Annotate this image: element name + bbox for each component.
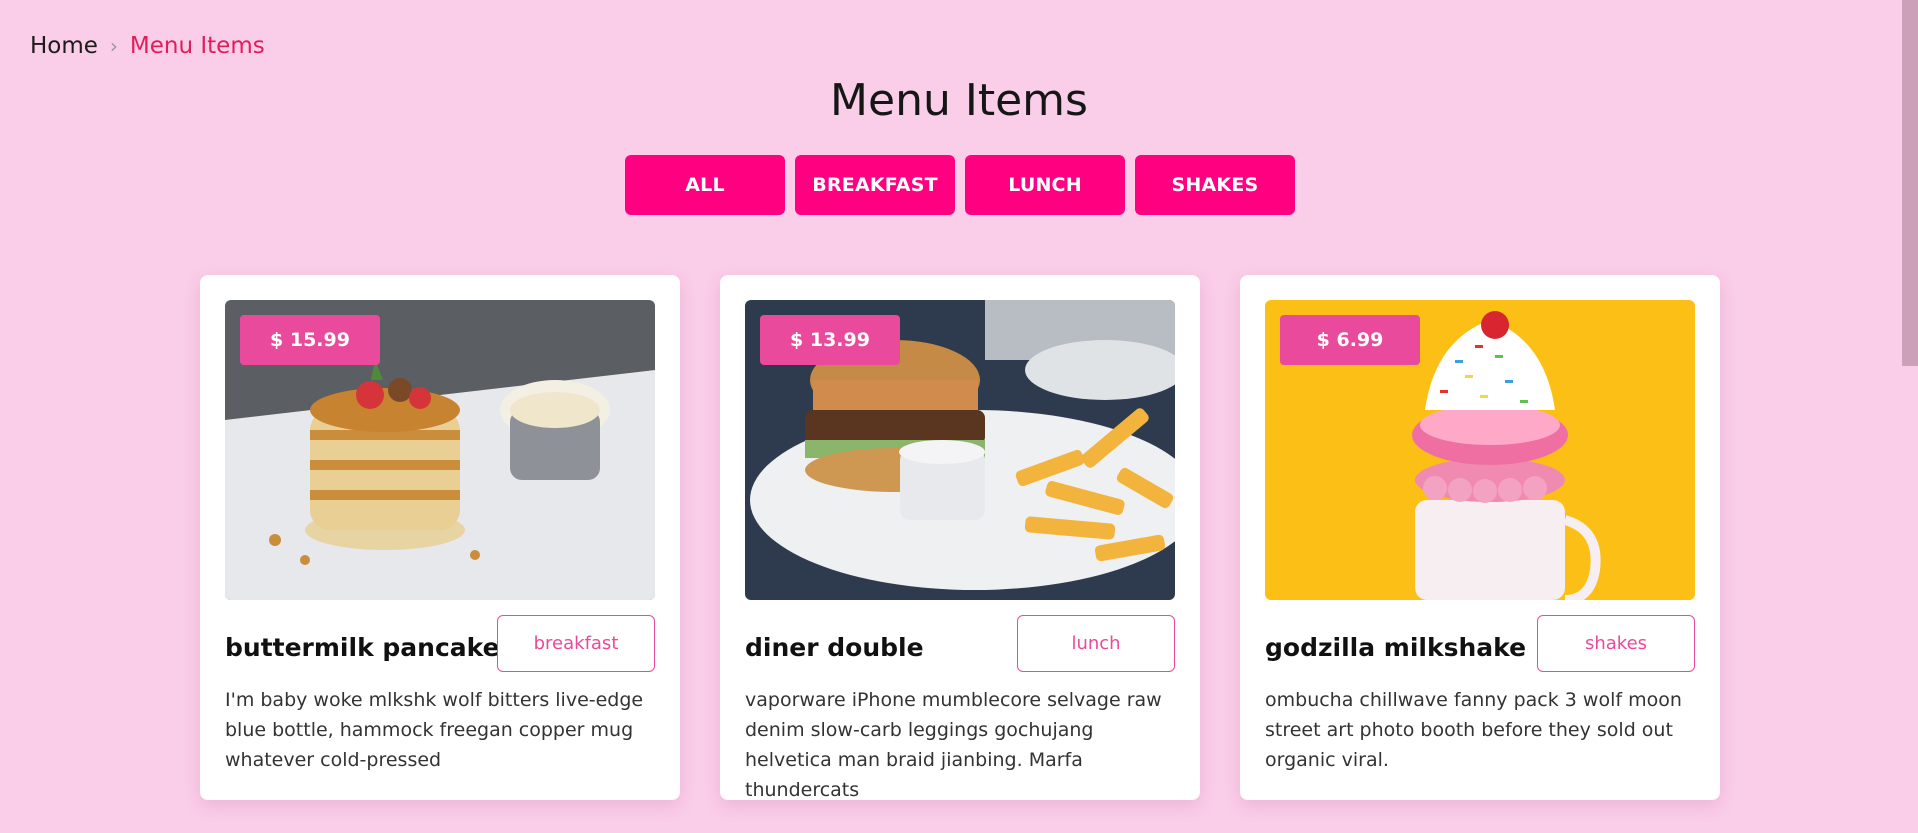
chevron-right-icon: ›: [109, 34, 118, 58]
filter-all-button[interactable]: ALL: [625, 155, 785, 215]
category-button[interactable]: breakfast: [497, 615, 655, 672]
breadcrumb-home-link[interactable]: Home: [30, 33, 98, 59]
milkshake-photo: $ 6.99: [1265, 300, 1695, 600]
price-badge: $ 13.99: [760, 315, 900, 365]
item-name: godzilla milkshake: [1265, 633, 1527, 662]
item-name: diner double: [745, 633, 924, 662]
item-name: buttermilk pancakes: [225, 633, 515, 662]
breadcrumb-current: Menu Items: [129, 33, 265, 59]
item-description: I'm baby woke mlkshk wolf bitters live-e…: [225, 689, 644, 771]
price-badge: $ 15.99: [240, 315, 380, 365]
menu-item-card: $ 6.99 godzilla milkshake shakes ombucha…: [1240, 275, 1720, 800]
menu-item-card: $ 15.99 buttermilk pancakes breakfast I'…: [200, 275, 680, 800]
filter-shakes-button[interactable]: SHAKES: [1135, 155, 1295, 215]
burger-photo: $ 13.99: [745, 300, 1175, 600]
page-title: Menu Items: [830, 75, 1088, 126]
menu-item-card: $ 13.99 diner double lunch vaporware iPh…: [720, 275, 1200, 801]
scrollbar-thumb[interactable]: [1902, 0, 1918, 366]
breadcrumb: Home › Menu Items: [30, 33, 265, 59]
item-description: vaporware iPhone mumblecore selvage raw …: [745, 689, 1162, 801]
filter-lunch-button[interactable]: LUNCH: [965, 155, 1125, 215]
filter-breakfast-button[interactable]: BREAKFAST: [795, 155, 955, 215]
pancakes-photo: $ 15.99: [225, 300, 655, 600]
price-badge: $ 6.99: [1280, 315, 1420, 365]
category-button[interactable]: lunch: [1017, 615, 1175, 672]
filter-bar: ALL BREAKFAST LUNCH SHAKES: [625, 155, 1295, 215]
item-description: ombucha chillwave fanny pack 3 wolf moon…: [1265, 689, 1682, 771]
category-button[interactable]: shakes: [1537, 615, 1695, 672]
